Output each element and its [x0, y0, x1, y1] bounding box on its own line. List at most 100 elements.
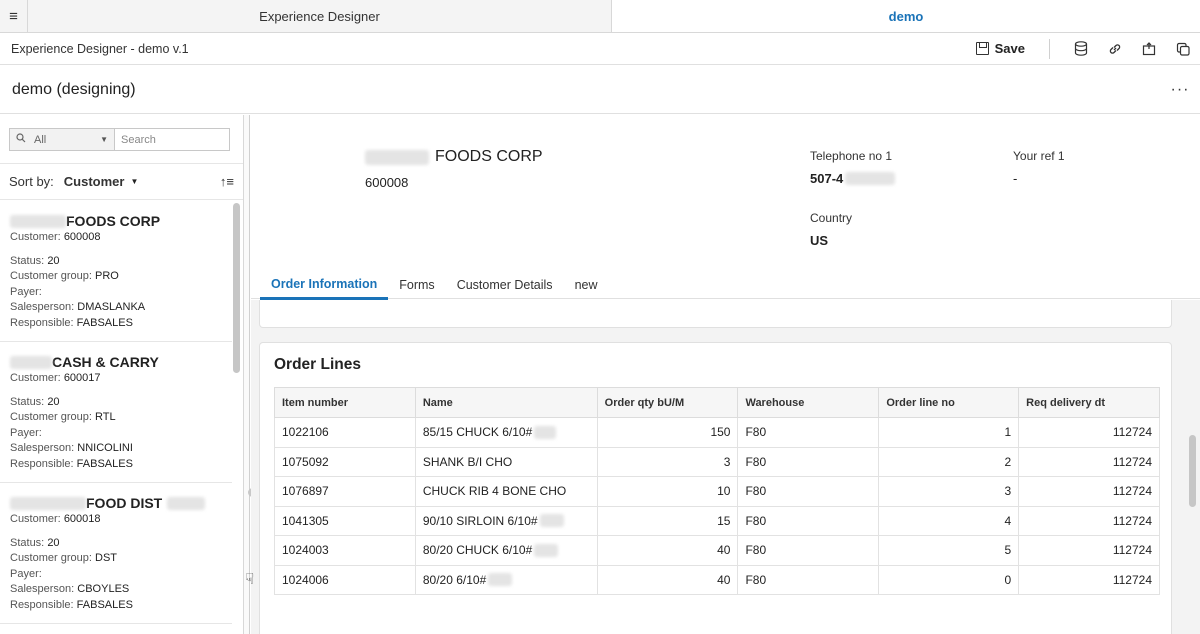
- customer-group: Customer group: DST: [10, 552, 117, 564]
- filter-row: All ▼: [9, 128, 230, 151]
- redacted-text: [488, 573, 513, 587]
- telephone-label: Telephone no 1: [810, 149, 893, 163]
- redacted-text: [365, 149, 429, 165]
- customer-title: FOODS CORP: [365, 148, 543, 166]
- save-button[interactable]: Save: [964, 33, 1037, 65]
- warehouse-cell: F80: [737, 505, 880, 536]
- table-row[interactable]: 1076897 CHUCK RIB 4 BONE CHO 10 F80 3 11…: [274, 476, 1160, 507]
- your-ref-label: Your ref 1: [1013, 149, 1065, 163]
- qty-cell: 3: [596, 446, 739, 477]
- table-row[interactable]: 1024003 80/20 CHUCK 6/10# 40 F80 5 11272…: [274, 535, 1160, 566]
- customer-number: Customer: 600018: [10, 513, 101, 525]
- column-header[interactable]: Warehouse: [737, 387, 880, 418]
- breadcrumb: Experience Designer - demo v.1: [11, 41, 189, 56]
- customer-status: Status: 20: [10, 536, 60, 549]
- column-header[interactable]: Name: [414, 387, 598, 418]
- qty-cell: 150: [596, 417, 739, 448]
- name-cell: 90/10 SIRLOIN 6/10#: [414, 505, 598, 536]
- list-item[interactable]: FOOD DIST Customer: 600018 Status: 20 Cu…: [0, 483, 232, 624]
- name-cell: CHUCK RIB 4 BONE CHO: [414, 476, 598, 507]
- customer-payer: Payer:: [10, 285, 42, 298]
- copy-icon[interactable]: [1166, 33, 1200, 65]
- page-header: demo (designing) ···: [0, 66, 1200, 114]
- table-row[interactable]: 1041305 90/10 SIRLOIN 6/10# 15 F80 4 112…: [274, 505, 1160, 536]
- redacted-text: [10, 496, 86, 510]
- line-no-cell: 2: [878, 446, 1020, 477]
- customer-group: Customer group: RTL: [10, 411, 116, 423]
- warehouse-cell: F80: [737, 446, 880, 477]
- hand-cursor-icon: ☟: [245, 571, 255, 588]
- qty-cell: 15: [596, 505, 739, 536]
- country-value: US: [810, 233, 829, 248]
- chevron-down-icon[interactable]: ▼: [130, 177, 138, 186]
- toolbar-divider: [1049, 38, 1050, 59]
- customer-payer: Payer:: [10, 426, 42, 439]
- column-header[interactable]: Order qty bU/M: [596, 387, 739, 418]
- filter-select[interactable]: All ▼: [9, 128, 115, 151]
- sort-row: Sort by: Customer ▼ ↑≡: [0, 163, 243, 200]
- toolbar: Experience Designer - demo v.1 Save: [0, 33, 1200, 65]
- telephone-field: Telephone no 1 507-4: [810, 149, 896, 186]
- redacted-text: [534, 425, 557, 439]
- column-header[interactable]: Order line no: [878, 387, 1020, 418]
- customer-name: CASH & CARRY: [10, 353, 222, 371]
- search-input[interactable]: [115, 128, 230, 151]
- order-lines-title: Order Lines: [274, 356, 361, 373]
- table-row[interactable]: 1022106 85/15 CHUCK 6/10# 150 F80 1 1127…: [274, 417, 1160, 448]
- item-number-cell: 1076897: [274, 476, 416, 507]
- your-ref-field: Your ref 1 -: [1013, 149, 1065, 186]
- tab-customer-details[interactable]: Customer Details: [446, 270, 564, 300]
- tab-forms[interactable]: Forms: [388, 270, 445, 300]
- table-row[interactable]: 1024006 80/20 6/10# 40 F80 0 112724: [274, 564, 1160, 595]
- column-header[interactable]: Item number: [274, 387, 416, 418]
- panel-splitter[interactable]: [244, 115, 250, 634]
- order-lines-table: Item number Name Order qty bU/M Warehous…: [274, 387, 1160, 595]
- menu-icon[interactable]: ≡: [0, 0, 28, 32]
- customer-list: FOODS CORP Customer: 600008 Status: 20 C…: [0, 201, 232, 624]
- customer-list-panel: All ▼ Sort by: Customer ▼ ↑≡ FOODS CORP …: [0, 115, 244, 634]
- link-icon[interactable]: [1098, 33, 1132, 65]
- warehouse-cell: F80: [737, 564, 880, 595]
- content-tabs: Order Information Forms Customer Details…: [260, 270, 609, 300]
- tab-experience-designer[interactable]: Experience Designer: [28, 0, 612, 32]
- redacted-text: [539, 514, 564, 528]
- previous-section-card: [259, 300, 1172, 328]
- delivery-date-cell: 112724: [1018, 564, 1160, 595]
- list-item[interactable]: CASH & CARRY Customer: 600017 Status: 20…: [0, 342, 232, 483]
- qty-cell: 40: [596, 535, 739, 566]
- top-tab-bar: ≡ Experience Designer demo: [0, 0, 1200, 33]
- export-icon[interactable]: [1132, 33, 1166, 65]
- customer-responsible: Responsible: FABSALES: [10, 598, 133, 611]
- sort-order-icon[interactable]: ↑≡: [220, 174, 234, 189]
- tab-order-information[interactable]: Order Information: [260, 270, 389, 300]
- item-number-cell: 1041305: [274, 505, 416, 536]
- tab-new[interactable]: new: [564, 270, 609, 300]
- tab-demo[interactable]: demo: [612, 0, 1200, 32]
- column-header[interactable]: Req delivery dt: [1018, 387, 1160, 418]
- filter-selected: All: [34, 133, 47, 146]
- customer-payer: Payer:: [10, 567, 42, 580]
- redacted-text: [534, 543, 559, 557]
- content-scrollbar[interactable]: [1189, 435, 1196, 507]
- customer-header: FOODS CORP 600008 Telephone no 1 507-4 Y…: [251, 115, 1200, 300]
- qty-cell: 40: [596, 564, 739, 595]
- redacted-text: [10, 214, 66, 228]
- table-row[interactable]: 1075092 SHANK B/I CHO 3 F80 2 112724: [274, 446, 1160, 477]
- search-icon: [16, 133, 26, 146]
- line-no-cell: 0: [878, 564, 1020, 595]
- list-item[interactable]: FOODS CORP Customer: 600008 Status: 20 C…: [0, 201, 232, 342]
- list-scrollbar[interactable]: [233, 203, 240, 373]
- database-icon[interactable]: [1064, 33, 1098, 65]
- item-number-cell: 1024003: [274, 535, 416, 566]
- redacted-text: [10, 355, 52, 369]
- qty-cell: 10: [596, 476, 739, 507]
- customer-number: 600008: [365, 175, 409, 190]
- page-title: demo (designing): [12, 80, 136, 98]
- sort-select[interactable]: Customer: [64, 174, 125, 189]
- delivery-date-cell: 112724: [1018, 417, 1160, 448]
- delivery-date-cell: 112724: [1018, 535, 1160, 566]
- more-options-icon[interactable]: ···: [1160, 81, 1200, 99]
- delivery-date-cell: 112724: [1018, 476, 1160, 507]
- warehouse-cell: F80: [737, 476, 880, 507]
- delivery-date-cell: 112724: [1018, 446, 1160, 477]
